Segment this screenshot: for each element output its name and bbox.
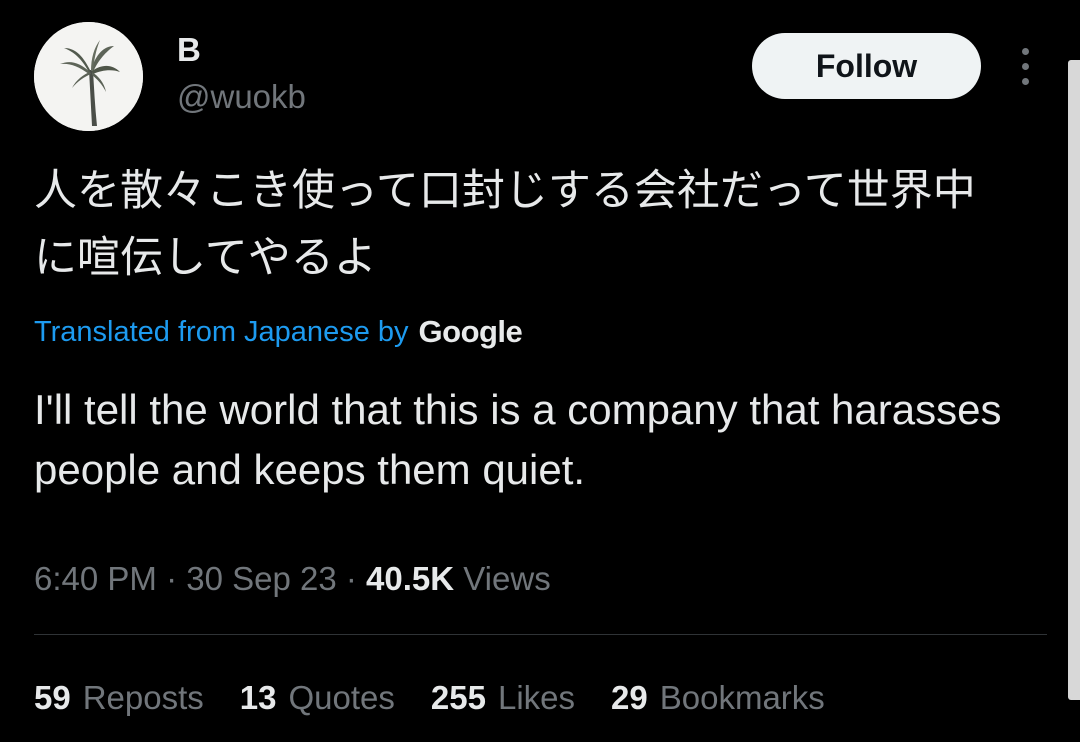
more-dot bbox=[1021, 62, 1029, 70]
more-dot bbox=[1021, 47, 1029, 55]
meta-separator: · bbox=[336, 560, 367, 597]
translated-from-link[interactable]: Translated from Japanese by bbox=[34, 312, 409, 352]
tweet-date[interactable]: 30 Sep 23 bbox=[186, 557, 336, 601]
likes-count: 255 bbox=[430, 679, 486, 716]
quotes-stat[interactable]: 13 Quotes bbox=[240, 676, 395, 720]
google-logo: Google bbox=[418, 314, 523, 349]
reposts-stat[interactable]: 59 Reposts bbox=[34, 676, 204, 720]
scrollbar[interactable] bbox=[1068, 60, 1080, 700]
views-label bbox=[454, 557, 463, 601]
reposts-count: 59 bbox=[34, 679, 71, 716]
tweet-text-original: 人を散々こき使って口封じする会社だって世界中 に喧伝してやるよ bbox=[34, 166, 976, 283]
bookmarks-stat[interactable]: 29 Bookmarks bbox=[611, 676, 825, 720]
bookmarks-label: Bookmarks bbox=[659, 679, 825, 716]
tweet-meta: 6:40 PM · 30 Sep 23 · 40.5K Views bbox=[34, 557, 551, 601]
meta-separator: · bbox=[156, 560, 187, 597]
more-dot bbox=[1021, 77, 1029, 85]
views-count: 40.5K bbox=[366, 560, 455, 597]
likes-label: Likes bbox=[497, 679, 576, 716]
display-name[interactable]: B bbox=[177, 30, 201, 70]
divider bbox=[34, 634, 1047, 635]
translation-attribution: Translated from Japanese by Google bbox=[34, 312, 523, 352]
bookmarks-count: 29 bbox=[611, 679, 648, 716]
palm-tree-avatar-image bbox=[34, 22, 143, 131]
likes-stat[interactable]: 255 Likes bbox=[431, 676, 575, 720]
follow-button[interactable]: Follow bbox=[752, 33, 981, 99]
avatar[interactable] bbox=[34, 22, 143, 131]
quotes-label: Quotes bbox=[288, 679, 395, 716]
reposts-label: Reposts bbox=[82, 679, 204, 716]
tweet-detail: B @wuokb Follow 人を散々こき使って口封じする会社だって世界中 に… bbox=[0, 0, 1080, 742]
user-handle[interactable]: @wuokb bbox=[177, 77, 306, 117]
tweet-stats: 59 Reposts 13 Quotes 255 Likes 29 Bookma… bbox=[34, 676, 861, 720]
more-vertical-icon[interactable] bbox=[1008, 46, 1042, 86]
views-label-text: Views bbox=[463, 560, 551, 597]
quotes-count: 13 bbox=[239, 679, 277, 716]
tweet-text-translated: I'll tell the world that this is a compa… bbox=[34, 386, 1002, 493]
tweet-time[interactable]: 6:40 PM bbox=[34, 557, 157, 601]
